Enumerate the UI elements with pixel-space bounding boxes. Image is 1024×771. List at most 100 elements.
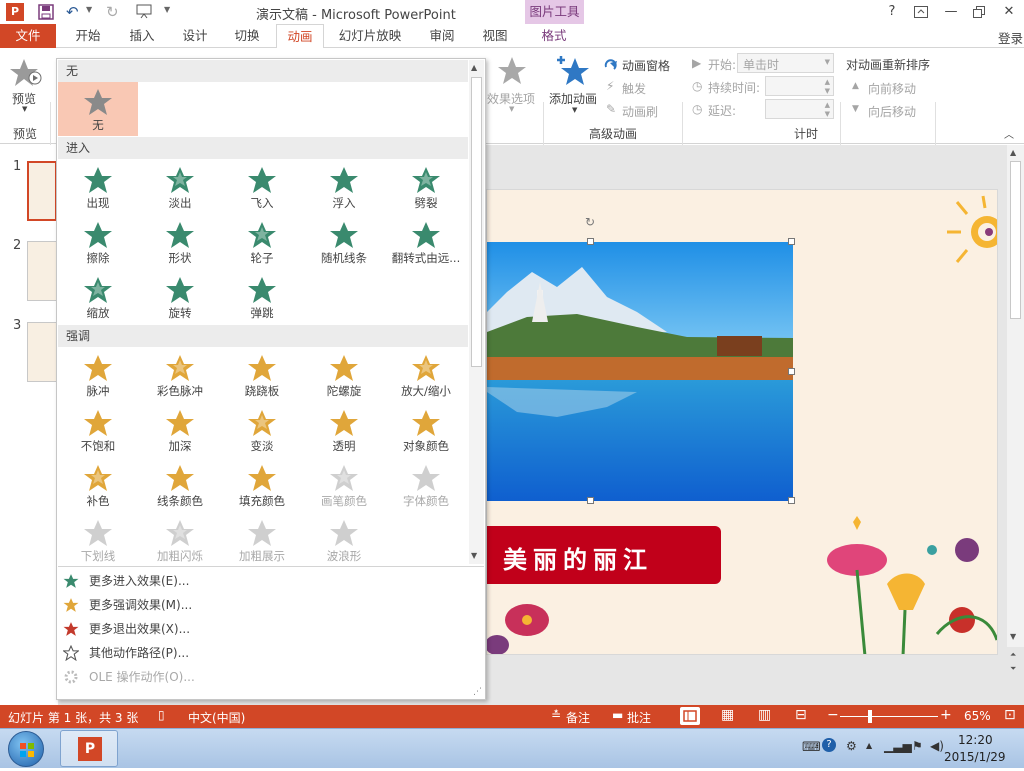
clock-date[interactable]: 2015/1/29 (944, 750, 1006, 764)
entrance-effect-item[interactable]: 旋转 (140, 270, 220, 324)
effect-options-icon[interactable] (497, 56, 527, 86)
network-icon[interactable]: ▁▃▅ (884, 739, 912, 753)
flag-icon[interactable]: ⚑ (912, 739, 923, 753)
animation-painter-button[interactable]: 动画刷 (622, 103, 658, 120)
slide-canvas[interactable]: ↻ 美丽的丽江 (486, 189, 998, 655)
tab-format[interactable]: 格式 (528, 24, 580, 48)
image-handle-right-bottom[interactable] (788, 497, 795, 504)
add-animation-icon[interactable] (557, 54, 591, 88)
entrance-effect-item[interactable]: 出现 (58, 160, 138, 214)
volume-icon[interactable]: ◀) (930, 739, 944, 753)
move-earlier-button[interactable]: 向前移动 (868, 80, 916, 97)
emphasis-effect-item[interactable]: 放大/缩小 (386, 348, 466, 402)
file-tab[interactable]: 文件 (0, 24, 56, 48)
preview-star-icon[interactable] (10, 58, 42, 88)
animation-pane-button[interactable]: 动画窗格 (622, 57, 670, 74)
tab-insert[interactable]: 插入 (116, 24, 168, 48)
minimize-icon[interactable]: — (940, 2, 962, 22)
emphasis-effect-item[interactable]: 脉冲 (58, 348, 138, 402)
preview-dropdown-icon[interactable]: ▼ (22, 105, 27, 113)
signin-link[interactable]: 登录 (998, 28, 1023, 47)
image-handle-right-middle[interactable] (788, 368, 795, 375)
tab-animations[interactable]: 动画 (276, 24, 324, 49)
zoom-slider-thumb[interactable] (867, 710, 872, 723)
delay-spinner[interactable]: ▲ ▼ (765, 99, 834, 119)
entrance-effect-item[interactable]: 浮入 (304, 160, 384, 214)
slide-thumbnail[interactable] (27, 241, 57, 301)
tab-transitions[interactable]: 切换 (222, 24, 272, 48)
image-handle-top[interactable] (587, 238, 594, 245)
entrance-effect-item[interactable]: 淡出 (140, 160, 220, 214)
rotate-handle-icon[interactable]: ↻ (585, 215, 595, 229)
trigger-button[interactable]: 触发 (622, 80, 646, 97)
ribbon-display-options-icon[interactable] (910, 2, 932, 22)
restore-icon[interactable] (968, 2, 990, 22)
gallery-scroll-up-icon[interactable]: ▲ (471, 63, 477, 72)
tab-design[interactable]: 设计 (170, 24, 220, 48)
reading-view-icon[interactable]: ▥ (758, 707, 771, 723)
animation-none[interactable]: 无 (58, 82, 138, 136)
present-from-start-icon[interactable] (136, 3, 154, 19)
duration-spinner[interactable]: ▲ ▼ (765, 76, 834, 96)
next-slide-icon[interactable]: ⏷ (1010, 664, 1016, 674)
collapse-ribbon-icon[interactable]: ︿ (1004, 126, 1014, 141)
more-effects-item[interactable]: 更多进入效果(E)... (59, 569, 469, 593)
clock-time[interactable]: 12:20 (958, 733, 993, 747)
fit-to-window-icon[interactable]: ⊡ (1004, 707, 1016, 723)
spell-check-icon[interactable]: ▯ (158, 708, 165, 722)
undo-icon[interactable]: ↶ (66, 3, 79, 21)
close-icon[interactable]: ✕ (998, 2, 1020, 22)
powerpoint-app-icon[interactable]: P (6, 3, 24, 21)
title-banner[interactable]: 美丽的丽江 (487, 526, 721, 584)
slideshow-view-icon[interactable]: ⊟ (795, 707, 807, 723)
slide-info[interactable]: 幻灯片 第 1 张，共 3 张 (8, 709, 138, 726)
emphasis-effect-item[interactable]: 彩色脉冲 (140, 348, 220, 402)
entrance-effect-item[interactable]: 弹跳 (222, 270, 302, 324)
entrance-effect-item[interactable]: 劈裂 (386, 160, 466, 214)
slide-thumbnail[interactable] (27, 322, 57, 382)
emphasis-effect-item[interactable]: 补色 (58, 458, 138, 512)
tab-view[interactable]: 视图 (470, 24, 520, 48)
help-button[interactable]: ? (881, 2, 903, 22)
redo-icon[interactable]: ↻ (106, 3, 119, 21)
zoom-level[interactable]: 65% (964, 709, 991, 723)
tab-review[interactable]: 审阅 (416, 24, 468, 48)
image-handle-right-top[interactable] (788, 238, 795, 245)
entrance-effect-item[interactable]: 飞入 (222, 160, 302, 214)
slide-thumbnail[interactable] (27, 161, 57, 221)
emphasis-effect-item[interactable]: 填充颜色 (222, 458, 302, 512)
help-tray-icon[interactable]: ? (822, 738, 836, 752)
start-select[interactable]: 单击时 ▼ (737, 53, 834, 73)
language-indicator[interactable]: 中文(中国) (188, 709, 245, 726)
scroll-thumb[interactable] (1010, 161, 1021, 319)
emphasis-effect-item[interactable]: 对象颜色 (386, 403, 466, 457)
resize-grip-icon[interactable]: ⋰ (473, 687, 482, 697)
tab-home[interactable]: 开始 (62, 24, 114, 48)
more-effects-item[interactable]: 其他动作路径(P)... (59, 641, 469, 665)
entrance-effect-item[interactable]: 擦除 (58, 215, 138, 269)
move-later-button[interactable]: 向后移动 (868, 103, 916, 120)
more-effects-item[interactable]: 更多强调效果(M)... (59, 593, 469, 617)
keyboard-icon[interactable]: ⌨ (802, 740, 821, 755)
emphasis-effect-item[interactable]: 透明 (304, 403, 384, 457)
emphasis-effect-item[interactable]: 陀螺旋 (304, 348, 384, 402)
entrance-effect-item[interactable]: 随机线条 (304, 215, 384, 269)
emphasis-effect-item[interactable]: 不饱和 (58, 403, 138, 457)
undo-dropdown-icon[interactable]: ▼ (86, 5, 92, 14)
normal-view-icon[interactable] (680, 707, 700, 725)
notes-button[interactable]: 备注 (566, 709, 590, 726)
add-animation-button[interactable]: 添加动画 (549, 90, 597, 107)
zoom-in-icon[interactable]: + (940, 707, 952, 723)
notes-icon[interactable]: ≛ (551, 708, 561, 722)
taskbar-powerpoint-button[interactable]: P (60, 730, 118, 767)
emphasis-effect-item[interactable]: 线条颜色 (140, 458, 220, 512)
tab-slideshow[interactable]: 幻灯片放映 (330, 24, 410, 48)
slide-sorter-icon[interactable]: ▦ (721, 707, 734, 723)
emphasis-effect-item[interactable]: 变淡 (222, 403, 302, 457)
scroll-down-icon[interactable]: ▼ (1010, 632, 1016, 641)
photo-image[interactable] (487, 242, 793, 501)
entrance-effect-item[interactable]: 缩放 (58, 270, 138, 324)
previous-slide-icon[interactable]: ⏶ (1010, 650, 1016, 660)
comments-button[interactable]: 批注 (627, 709, 651, 726)
zoom-out-icon[interactable]: − (827, 707, 839, 723)
